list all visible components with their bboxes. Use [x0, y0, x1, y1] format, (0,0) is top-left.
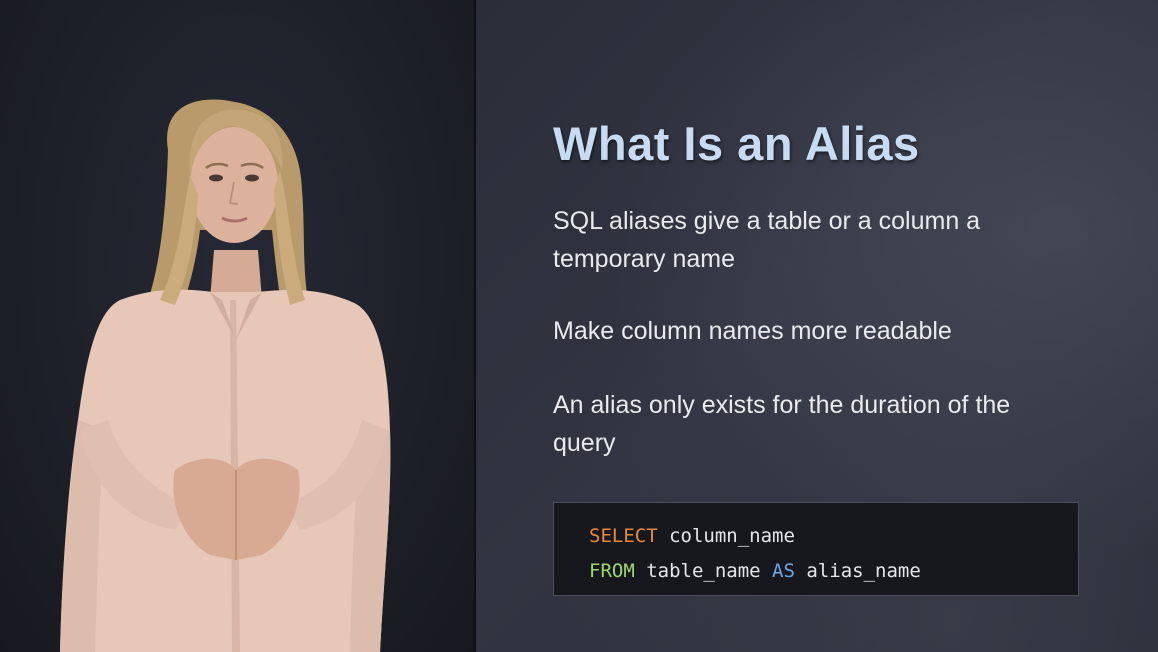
bullet-alias-duration: An alias only exists for the duration of… [553, 391, 1011, 457]
code-from-middle: table_name [634, 560, 773, 582]
code-line-select: SELECT column_name [589, 519, 1078, 554]
keyword-as: AS [772, 560, 795, 582]
slide-panel: What Is an Alias SQL aliases give a tabl… [476, 0, 1158, 652]
keyword-select: SELECT [589, 525, 658, 547]
code-from-rest: alias_name [794, 560, 921, 582]
presenter-video-panel [0, 0, 474, 652]
keyword-from: FROM [589, 560, 635, 582]
code-select-rest: column_name [657, 525, 795, 547]
presenter-person-icon [60, 99, 391, 652]
slide-title: What Is an Alias [553, 117, 920, 170]
bullet-readable-names: Make column names more readable [553, 317, 952, 345]
sql-code-block: SELECT column_name FROM table_name AS al… [553, 502, 1079, 596]
bullet-aliases-definition: SQL aliases give a table or a column a t… [553, 207, 981, 273]
code-line-from: FROM table_name AS alias_name [589, 554, 1078, 589]
